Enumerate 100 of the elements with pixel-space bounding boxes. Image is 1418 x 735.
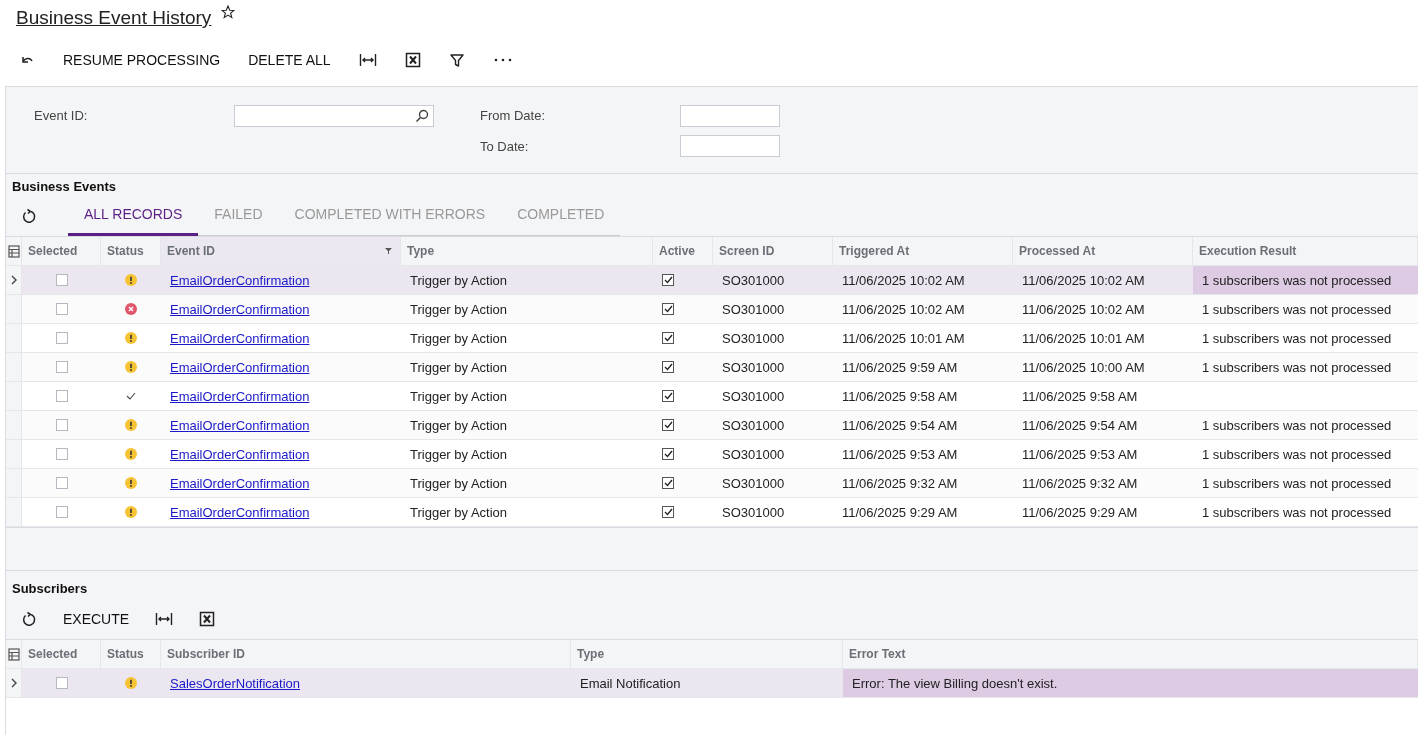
refresh-icon[interactable] xyxy=(21,208,37,224)
fit-columns-icon[interactable] xyxy=(358,52,377,68)
active-checkbox[interactable] xyxy=(662,419,674,431)
table-cell: 11/06/2025 9:29 AM xyxy=(1013,498,1193,527)
field-label: To Date: xyxy=(480,138,530,154)
active-checkbox[interactable] xyxy=(662,274,674,286)
column-header[interactable]: Type xyxy=(571,640,843,669)
field-label: From Date: xyxy=(480,108,546,124)
row-selector-cell[interactable] xyxy=(6,669,22,698)
table-cell: SO301000 xyxy=(713,469,833,498)
column-header[interactable]: Screen ID xyxy=(713,237,833,266)
column-header[interactable]: Triggered At xyxy=(833,237,1013,266)
select-checkbox[interactable] xyxy=(55,274,68,286)
tab[interactable]: COMPLETED xyxy=(501,206,621,236)
section-title: Business Events xyxy=(11,178,118,194)
row-selector-cell[interactable] xyxy=(6,498,22,527)
current-row-chevron-icon xyxy=(9,677,18,689)
table-cell: Trigger by Action xyxy=(401,411,653,440)
tab[interactable]: COMPLETED WITH ERRORS xyxy=(278,206,502,236)
active-checkbox[interactable] xyxy=(662,390,674,402)
column-header[interactable]: Selected xyxy=(22,237,101,266)
tab[interactable]: FAILED xyxy=(198,206,279,236)
table-cell: SO301000 xyxy=(713,353,833,382)
toolbar-button[interactable]: RESUME PROCESSING xyxy=(63,52,221,68)
table-cell: Trigger by Action xyxy=(401,353,653,382)
row-selector-cell[interactable] xyxy=(6,324,22,353)
warning-icon xyxy=(125,274,137,286)
table-cell: 1 subscribers was not processed xyxy=(1193,353,1418,382)
event-id-link[interactable]: EmailOrderConfirmation xyxy=(170,330,310,346)
toolbar-button[interactable]: DELETE ALL xyxy=(248,52,331,68)
active-checkbox[interactable] xyxy=(662,332,674,344)
column-header[interactable]: Selected xyxy=(22,640,101,669)
column-settings-icon[interactable] xyxy=(8,244,20,258)
execute-button[interactable]: EXECUTE xyxy=(63,611,130,627)
column-header[interactable]: Error Text xyxy=(843,640,1418,669)
row-selector-cell[interactable] xyxy=(6,440,22,469)
warning-icon xyxy=(125,361,137,373)
subscriber-id-link[interactable]: SalesOrderNotification xyxy=(170,675,301,691)
active-checkbox[interactable] xyxy=(662,361,674,373)
table-cell: Trigger by Action xyxy=(401,295,653,324)
column-header[interactable]: Subscriber ID xyxy=(161,640,571,669)
select-checkbox[interactable] xyxy=(55,506,68,518)
event-id-link[interactable]: EmailOrderConfirmation xyxy=(170,417,310,433)
select-checkbox[interactable] xyxy=(55,448,68,460)
active-checkbox[interactable] xyxy=(662,303,674,315)
active-checkbox[interactable] xyxy=(662,506,674,518)
column-header[interactable]: Execution Result xyxy=(1193,237,1418,266)
star-icon[interactable] xyxy=(221,5,236,19)
select-checkbox[interactable] xyxy=(55,419,68,431)
select-checkbox[interactable] xyxy=(55,477,68,489)
select-checkbox[interactable] xyxy=(55,303,68,315)
row-selector-cell[interactable] xyxy=(6,266,22,295)
filter-icon[interactable] xyxy=(448,52,465,68)
event-id-link[interactable]: EmailOrderConfirmation xyxy=(170,272,310,288)
row-selector-cell[interactable] xyxy=(6,295,22,324)
select-checkbox[interactable] xyxy=(55,390,68,402)
column-filter-icon xyxy=(385,248,392,254)
select-checkbox[interactable] xyxy=(55,332,68,344)
event-id-link[interactable]: EmailOrderConfirmation xyxy=(170,388,310,404)
active-checkbox[interactable] xyxy=(662,477,674,489)
table-cell: SO301000 xyxy=(713,295,833,324)
column-header[interactable]: Active xyxy=(653,237,713,266)
table-cell: 1 subscribers was not processed xyxy=(1193,411,1418,440)
row-selector-cell[interactable] xyxy=(6,411,22,440)
table-cell: 1 subscribers was not processed xyxy=(1193,498,1418,527)
column-header[interactable]: Status xyxy=(101,640,161,669)
row-selector-cell[interactable] xyxy=(6,382,22,411)
table-cell: 11/06/2025 9:29 AM xyxy=(833,498,1013,527)
event-id-link[interactable]: EmailOrderConfirmation xyxy=(170,359,310,375)
table-cell: Trigger by Action xyxy=(401,266,653,295)
column-header[interactable]: Event ID xyxy=(161,237,401,266)
excel-export-icon[interactable] xyxy=(404,52,421,68)
column-settings-icon[interactable] xyxy=(8,647,20,661)
refresh-icon[interactable] xyxy=(21,611,37,627)
event-id-link[interactable]: EmailOrderConfirmation xyxy=(170,446,310,462)
column-header[interactable]: Type xyxy=(401,237,653,266)
select-checkbox[interactable] xyxy=(55,677,68,689)
to-date-field[interactable] xyxy=(680,135,780,158)
page-title: Business Event History xyxy=(16,7,212,29)
select-checkbox[interactable] xyxy=(55,361,68,373)
from-date-field[interactable] xyxy=(680,104,780,127)
event-id-link[interactable]: EmailOrderConfirmation xyxy=(170,301,310,317)
excel-export-icon[interactable] xyxy=(199,611,216,627)
event-id-link[interactable]: EmailOrderConfirmation xyxy=(170,504,310,520)
column-header[interactable]: Status xyxy=(101,237,161,266)
fit-columns-icon[interactable] xyxy=(155,611,174,627)
column-header[interactable]: Processed At xyxy=(1013,237,1193,266)
warning-icon xyxy=(125,677,137,689)
active-checkbox[interactable] xyxy=(662,448,674,460)
table-cell: 11/06/2025 9:54 AM xyxy=(833,411,1013,440)
event-id-field[interactable] xyxy=(234,104,434,127)
table-cell: SO301000 xyxy=(713,498,833,527)
search-icon xyxy=(415,108,429,123)
table-cell: 1 subscribers was not processed xyxy=(1193,266,1418,295)
warning-icon xyxy=(125,477,137,489)
row-selector-cell[interactable] xyxy=(6,469,22,498)
event-id-link[interactable]: EmailOrderConfirmation xyxy=(170,475,310,491)
table-cell: 11/06/2025 9:59 AM xyxy=(833,353,1013,382)
row-selector-cell[interactable] xyxy=(6,353,22,382)
table-cell: SO301000 xyxy=(713,411,833,440)
